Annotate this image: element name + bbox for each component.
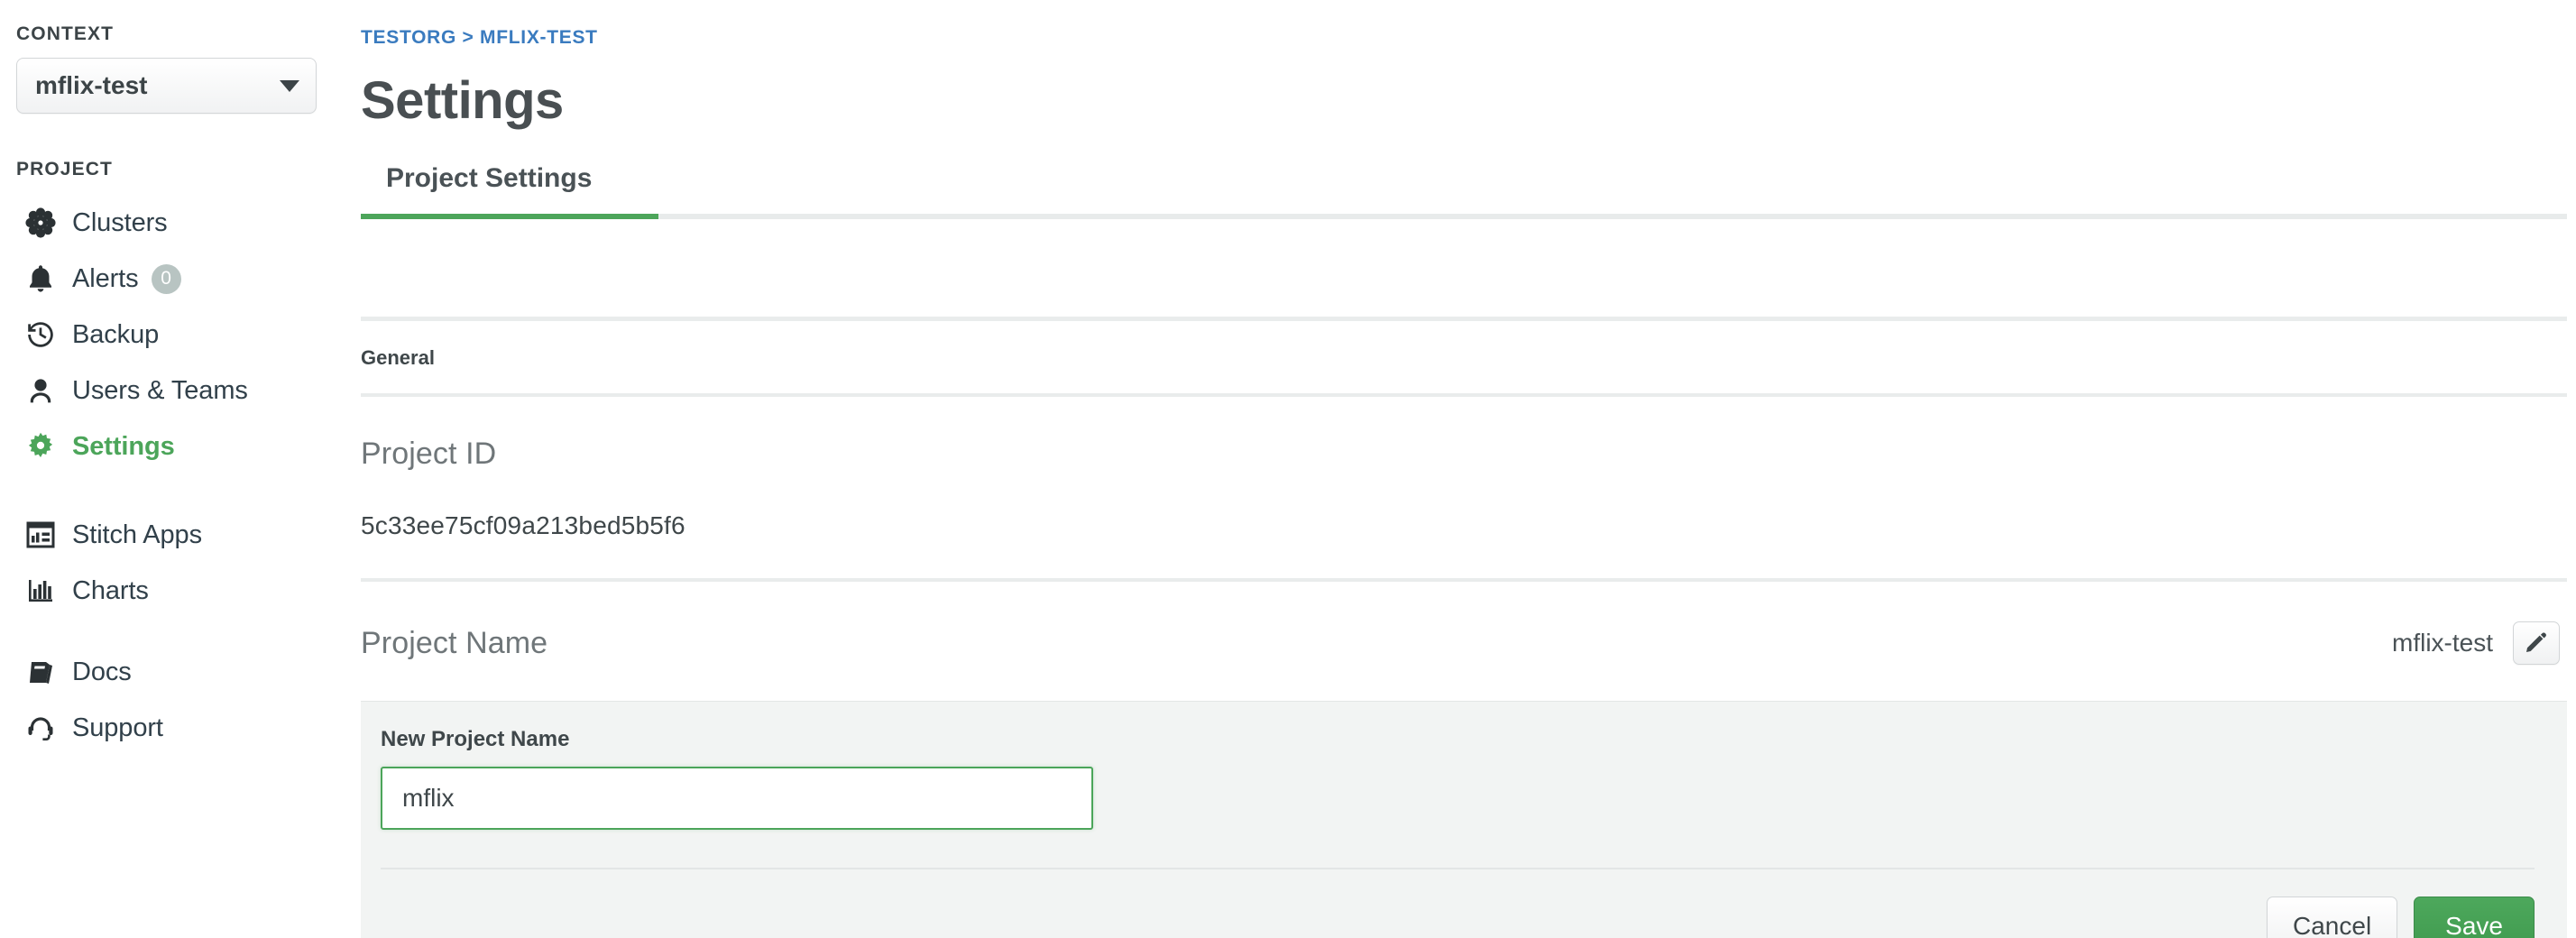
- gear-icon: [23, 429, 58, 464]
- section-heading-general: General: [361, 346, 435, 369]
- sidebar-item-alerts[interactable]: Alerts 0: [0, 251, 359, 307]
- sidebar-item-docs[interactable]: Docs: [0, 644, 359, 700]
- sidebar-item-settings[interactable]: Settings: [0, 418, 359, 474]
- book-icon: [23, 655, 58, 689]
- sidebar-item-label: Alerts: [72, 263, 139, 293]
- active-tab-indicator: [361, 214, 658, 219]
- sidebar-item-charts[interactable]: Charts: [0, 563, 359, 619]
- sidebar-item-label: Support: [72, 713, 163, 742]
- context-selector-value: mflix-test: [35, 71, 148, 99]
- sidebar-item-label: Backup: [72, 319, 160, 349]
- alerts-count-badge: 0: [151, 263, 181, 294]
- sidebar-item-backup[interactable]: Backup: [0, 307, 359, 363]
- chevron-down-icon: [280, 79, 299, 92]
- project-nav: Clusters Alerts 0 Backup Users & Teams S…: [0, 195, 359, 756]
- project-name-title: Project Name: [361, 625, 548, 660]
- context-section-label: CONTEXT: [16, 23, 115, 44]
- sidebar-item-label: Charts: [72, 575, 149, 605]
- pencil-icon: [2525, 630, 2548, 657]
- project-name-actions: mflix-test: [2392, 621, 2560, 665]
- dashboard-window-icon: [23, 518, 58, 552]
- page-title: Settings: [361, 71, 564, 130]
- project-name-edit-panel: New Project Name Cancel Save: [361, 701, 2567, 938]
- new-project-name-input[interactable]: [381, 767, 1093, 830]
- headset-icon: [23, 711, 58, 745]
- tab-bar: Project Settings: [361, 163, 2576, 219]
- breadcrumb[interactable]: TESTORG > MFLIX-TEST: [361, 27, 598, 49]
- clusters-flower-icon: [23, 206, 58, 240]
- sidebar-item-clusters[interactable]: Clusters: [0, 195, 359, 251]
- sidebar-item-label: Users & Teams: [72, 375, 248, 405]
- project-name-current-value: mflix-test: [2392, 629, 2493, 657]
- app-root: CONTEXT mflix-test PROJECT Clusters Aler…: [0, 0, 2576, 938]
- sidebar-item-label: Settings: [72, 431, 175, 461]
- main-content: TESTORG > MFLIX-TEST Settings Project Se…: [359, 0, 2576, 938]
- sidebar: CONTEXT mflix-test PROJECT Clusters Aler…: [0, 0, 359, 938]
- cancel-button[interactable]: Cancel: [2267, 897, 2398, 938]
- panel-action-buttons: Cancel Save: [381, 869, 2535, 938]
- sidebar-item-label: Docs: [72, 657, 132, 686]
- bell-icon: [23, 262, 58, 296]
- project-name-row: Project Name mflix-test: [361, 582, 2576, 701]
- save-button[interactable]: Save: [2414, 897, 2535, 938]
- clock-rewind-icon: [23, 317, 58, 352]
- project-id-value: 5c33ee75cf09a213bed5b5f6: [361, 511, 685, 539]
- sidebar-item-stitch-apps[interactable]: Stitch Apps: [0, 507, 359, 563]
- tab-project-settings[interactable]: Project Settings: [361, 163, 617, 212]
- context-project-selector[interactable]: mflix-test: [16, 58, 317, 114]
- project-section-label: PROJECT: [16, 159, 113, 179]
- sidebar-item-label: Stitch Apps: [72, 520, 202, 549]
- sidebar-item-support[interactable]: Support: [0, 700, 359, 756]
- project-id-title: Project ID: [361, 437, 497, 471]
- person-icon: [23, 373, 58, 408]
- bar-chart-icon: [23, 574, 58, 608]
- project-id-row: Project ID 5c33ee75cf09a213bed5b5f6: [361, 397, 2576, 578]
- edit-project-name-button[interactable]: [2513, 621, 2560, 665]
- new-project-name-label: New Project Name: [381, 727, 570, 751]
- sidebar-item-users-and-teams[interactable]: Users & Teams: [0, 363, 359, 418]
- tab-bar-rule: [361, 214, 2567, 219]
- sidebar-item-label: Clusters: [72, 207, 168, 237]
